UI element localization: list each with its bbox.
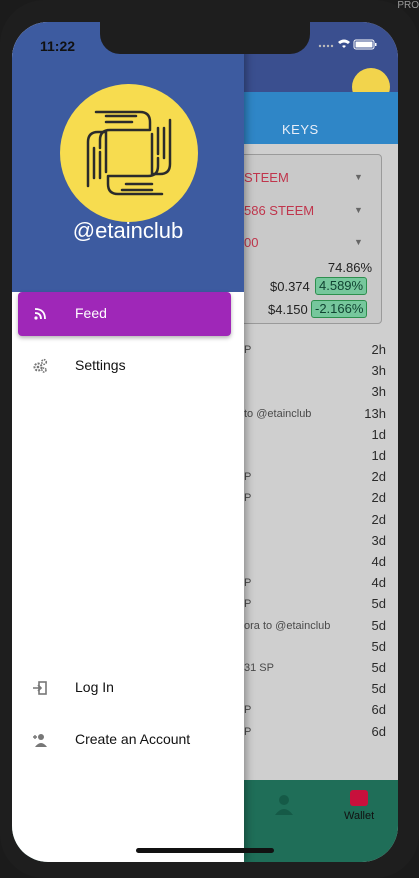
menu-item-settings[interactable]: Settings bbox=[18, 344, 231, 388]
chevron-down-icon: ▼ bbox=[354, 237, 363, 247]
row-description: ora to @etainclub bbox=[244, 619, 331, 632]
navigation-drawer: @etainclub Feed Settings Log In Create a… bbox=[12, 22, 244, 862]
wifi-icon bbox=[338, 39, 350, 48]
chevron-down-icon: ▼ bbox=[354, 172, 363, 182]
screen: KEYS STEEM ▼ 586 STEEM ▼ 00 ▼ 74.86% $0.… bbox=[12, 22, 398, 862]
avatar bbox=[60, 84, 198, 222]
login-icon bbox=[33, 681, 47, 695]
hands-logo-icon bbox=[60, 84, 198, 222]
wallet-tab-label[interactable]: Wallet bbox=[344, 810, 374, 822]
menu-item-login[interactable]: Log In bbox=[18, 666, 231, 710]
table-row[interactable]: 5d bbox=[372, 639, 386, 654]
chevron-down-icon: ▼ bbox=[354, 205, 363, 215]
percent-value: 74.86% bbox=[327, 260, 372, 275]
user-icon[interactable] bbox=[274, 794, 294, 816]
tab-keys[interactable]: KEYS bbox=[282, 122, 319, 137]
menu-item-label: Feed bbox=[75, 305, 107, 321]
table-row[interactable]: 2d bbox=[372, 490, 386, 505]
row-description: 31 SP bbox=[244, 662, 274, 674]
add-user-icon bbox=[33, 734, 47, 747]
table-row[interactable]: 1d bbox=[372, 427, 386, 442]
table-row[interactable]: 6d bbox=[372, 702, 386, 717]
rss-icon bbox=[34, 308, 46, 320]
table-row[interactable]: 13h bbox=[364, 406, 386, 421]
table-row[interactable]: 5d bbox=[372, 660, 386, 675]
row-description: P bbox=[244, 344, 252, 356]
table-row[interactable]: 5d bbox=[372, 681, 386, 696]
menu-item-create-account[interactable]: Create an Account bbox=[18, 718, 231, 762]
table-row[interactable]: 2d bbox=[372, 469, 386, 484]
price-value: $4.150 bbox=[268, 302, 308, 317]
table-row[interactable]: 5d bbox=[372, 596, 386, 611]
menu-item-label: Create an Account bbox=[75, 731, 191, 747]
home-indicator[interactable] bbox=[136, 848, 274, 853]
menu-item-label: Log In bbox=[75, 679, 114, 695]
menu-item-feed[interactable]: Feed bbox=[18, 292, 231, 336]
token-dropdown[interactable]: STEEM bbox=[244, 170, 289, 185]
table-row[interactable]: 6d bbox=[372, 724, 386, 739]
table-row[interactable]: 5d bbox=[372, 618, 386, 633]
table-row[interactable]: 2d bbox=[372, 512, 386, 527]
wallet-icon[interactable] bbox=[350, 790, 368, 806]
table-row[interactable]: 1d bbox=[372, 448, 386, 463]
phone-frame: PRO KEYS STEEM ▼ 586 STEEM ▼ 00 ▼ 74.86%… bbox=[0, 0, 419, 878]
row-description: P bbox=[244, 471, 252, 484]
corner-text: PRO bbox=[397, 0, 419, 11]
status-time: 11:22 bbox=[40, 38, 76, 54]
price-change-badge: -2.166% bbox=[311, 300, 368, 318]
status-icons bbox=[318, 39, 377, 50]
row-description: P bbox=[244, 598, 252, 611]
row-description: P bbox=[244, 725, 252, 738]
table-row[interactable]: 3h bbox=[372, 384, 386, 399]
row-description: P bbox=[244, 577, 252, 590]
table-row[interactable]: 2h bbox=[372, 342, 386, 357]
price-change-badge: 4.589% bbox=[315, 277, 368, 295]
row-description: to @etainclub bbox=[244, 407, 312, 420]
row-description: P bbox=[244, 492, 252, 505]
notch bbox=[100, 22, 310, 54]
username: @etainclub bbox=[72, 218, 184, 243]
table-row[interactable]: 3h bbox=[372, 363, 386, 378]
table-row[interactable]: 4d bbox=[372, 554, 386, 569]
table-row[interactable]: 4d bbox=[372, 575, 386, 590]
value-dropdown[interactable]: 00 bbox=[244, 235, 258, 250]
amount-dropdown[interactable]: 586 STEEM bbox=[244, 203, 314, 218]
menu-item-label: Settings bbox=[75, 357, 126, 373]
gears-icon bbox=[33, 358, 48, 373]
row-description: P bbox=[244, 704, 252, 717]
signal-icon bbox=[318, 44, 334, 48]
table-row[interactable]: 3d bbox=[372, 533, 386, 548]
price-value: $0.374 bbox=[270, 279, 310, 294]
battery-icon bbox=[353, 39, 377, 50]
